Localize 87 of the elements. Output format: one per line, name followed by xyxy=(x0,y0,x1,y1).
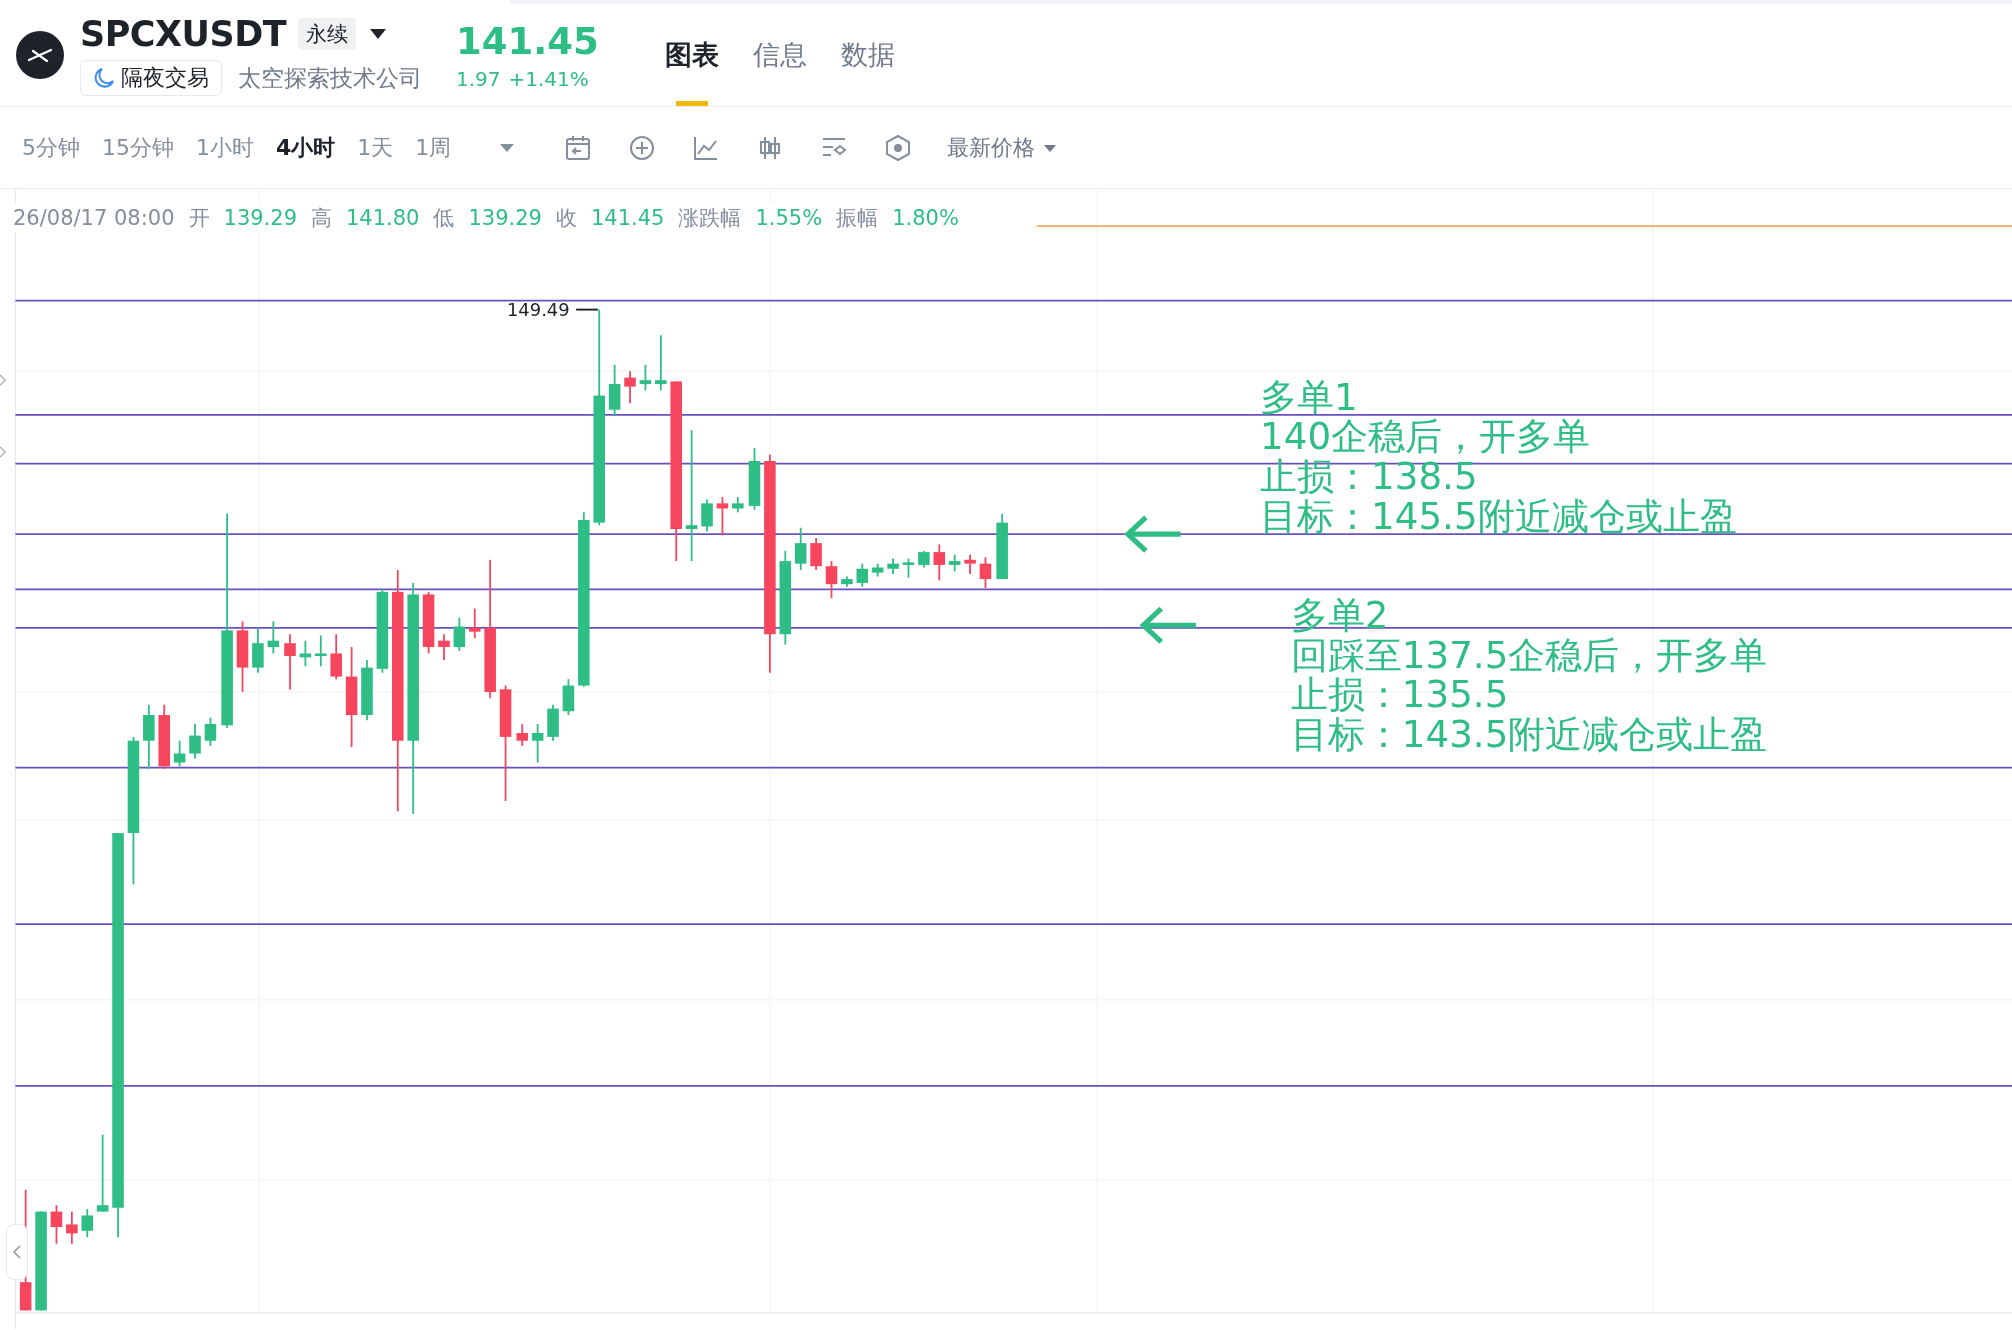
candle xyxy=(748,447,761,511)
candle xyxy=(871,562,884,578)
candle xyxy=(315,634,327,668)
price-change: 1.97 xyxy=(456,66,501,91)
candle xyxy=(918,549,930,569)
candle xyxy=(252,626,264,674)
ohlc-value: 141.45 xyxy=(590,206,665,230)
candle xyxy=(887,557,899,575)
ohlc-value: 1.80% xyxy=(892,206,959,230)
tab[interactable]: 图表 xyxy=(662,4,721,106)
logo-icon xyxy=(16,31,64,79)
candle xyxy=(516,723,528,747)
arrow-icon xyxy=(1124,514,1184,554)
chevron-icon[interactable] xyxy=(0,374,7,458)
interval-tab[interactable]: 1小时 xyxy=(196,132,254,163)
last-price: 141.45 xyxy=(456,19,599,63)
ohlc-label: 开 xyxy=(188,205,210,232)
candle xyxy=(66,1210,78,1245)
more-intervals-caret-icon[interactable] xyxy=(499,141,516,154)
ohlc-value: 1.55% xyxy=(755,206,823,230)
candle xyxy=(267,620,280,655)
candle xyxy=(716,496,729,537)
price-source-dropdown[interactable]: 最新价格 xyxy=(947,132,1058,163)
collapse-button[interactable] xyxy=(6,1224,28,1280)
candle xyxy=(422,591,435,655)
candle xyxy=(50,1204,63,1245)
candle xyxy=(562,678,575,716)
interval-tab[interactable]: 5分钟 xyxy=(22,132,80,163)
ohlc-label: 涨跌幅 xyxy=(678,205,742,232)
candle xyxy=(794,526,807,571)
ohlc-value: 139.29 xyxy=(223,206,297,230)
candle xyxy=(701,498,713,533)
change-percent: +1.41% xyxy=(508,66,589,91)
contract-badge: 永续 xyxy=(298,18,357,50)
candle xyxy=(299,639,312,668)
candle xyxy=(810,537,822,571)
ohlc-value: 139.29 xyxy=(468,206,542,230)
candle xyxy=(143,703,155,770)
candle xyxy=(453,616,466,652)
candle xyxy=(979,556,992,589)
candle xyxy=(655,334,667,392)
candle xyxy=(330,633,342,681)
high-marker-line xyxy=(575,308,599,311)
session-badge: 隔夜交易 xyxy=(80,60,222,96)
candle xyxy=(608,363,621,417)
candle xyxy=(158,703,170,770)
ohlc-label: 收 xyxy=(555,205,577,232)
tab[interactable]: 数据 xyxy=(838,4,897,106)
candle xyxy=(996,512,1008,580)
interval-tab[interactable]: 1周 xyxy=(415,132,452,163)
candle xyxy=(173,739,186,768)
candle-time: 26/08/17 08:00 xyxy=(13,206,175,230)
candle xyxy=(469,607,481,639)
candle xyxy=(902,557,915,579)
ohlc-label: 高 xyxy=(311,205,332,232)
dropdown-caret-icon[interactable] xyxy=(368,27,389,41)
company-name: 太空探索技术公司 xyxy=(238,63,422,93)
candle xyxy=(639,363,652,392)
high-price-label: 149.49 xyxy=(506,299,570,320)
candle xyxy=(204,716,217,747)
ohlc-label: 低 xyxy=(433,205,455,232)
ohlc-label: 振幅 xyxy=(836,205,879,232)
candle xyxy=(841,575,853,588)
candle xyxy=(732,496,744,514)
candle xyxy=(624,370,636,405)
caret-icon xyxy=(1043,142,1058,153)
candle xyxy=(948,553,961,573)
chevron-left-icon xyxy=(12,1244,22,1260)
candle xyxy=(531,723,544,764)
candle xyxy=(825,560,838,600)
interval-tab[interactable]: 15分钟 xyxy=(102,132,174,163)
candle xyxy=(284,633,296,691)
moon-icon xyxy=(93,67,115,89)
candle xyxy=(361,659,373,722)
candle xyxy=(856,562,869,588)
tab[interactable]: 信息 xyxy=(750,4,809,106)
candle xyxy=(964,553,976,575)
ohlc-value: 141.80 xyxy=(346,206,420,230)
arrow-icon xyxy=(1139,606,1199,645)
symbol-title: SPCXUSDT xyxy=(80,14,287,54)
candle xyxy=(438,633,450,661)
candle xyxy=(933,543,946,582)
interval-tab[interactable]: 1天 xyxy=(357,132,394,163)
interval-tab[interactable]: 4小时 xyxy=(276,132,336,163)
candle xyxy=(81,1208,94,1239)
candle xyxy=(189,723,201,760)
candle xyxy=(547,703,559,742)
